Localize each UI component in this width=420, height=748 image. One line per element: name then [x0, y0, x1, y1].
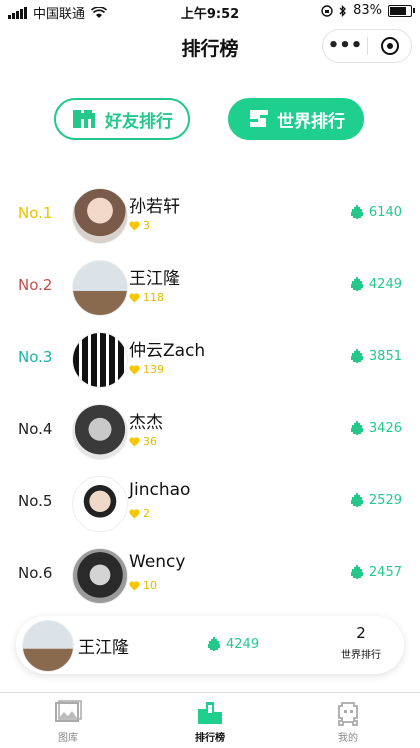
avatar[interactable] — [72, 476, 128, 532]
avatar[interactable] — [72, 404, 128, 460]
ranking-row[interactable]: No.3 仲云Zach 139 3851 — [0, 322, 420, 394]
world-pixel-icon — [250, 110, 268, 127]
my-name: 王江隆 — [78, 638, 129, 658]
ranking-row[interactable]: No.5 Jinchao 2 2529 — [0, 466, 420, 538]
my-rank-number: 2 — [356, 624, 366, 642]
score-value: 4249 — [368, 276, 402, 292]
leaf-drop-icon — [350, 421, 363, 435]
leaf-drop-icon — [350, 205, 363, 219]
podium-icon — [198, 702, 222, 724]
heart-icon — [129, 364, 140, 374]
energy-score: 6140 — [349, 204, 402, 220]
status-bar: 中国联通 上午9:52 83% — [0, 0, 420, 22]
my-energy-score: 4249 — [206, 636, 259, 652]
leaf-drop-icon — [208, 637, 220, 651]
profile-icon — [338, 702, 358, 726]
bottom-tab-bar: 图库 排行榜 我的 — [0, 692, 420, 748]
heart-icon — [129, 292, 140, 302]
my-rank-box: 2 世界排行 — [332, 624, 390, 661]
rank-number: No.6 — [18, 564, 53, 582]
likes-value: 36 — [143, 435, 157, 448]
ranking-tabs: 好友排行 世界排行 — [0, 98, 420, 144]
score-value: 3426 — [368, 420, 402, 436]
status-right: 83% — [321, 3, 415, 18]
tab-me-label: 我的 — [338, 733, 358, 744]
likes-value: 2 — [143, 507, 150, 520]
lock-rotation-icon — [321, 4, 333, 17]
my-avatar[interactable] — [22, 620, 74, 672]
likes-count: 10 — [129, 579, 157, 592]
likes-count: 2 — [129, 507, 150, 520]
friends-pixel-icon — [73, 110, 95, 128]
user-name: 仲云Zach — [129, 341, 206, 361]
gallery-icon — [55, 700, 82, 722]
tab-gallery[interactable]: 图库 — [33, 699, 103, 744]
score-value: 3851 — [368, 348, 402, 364]
ranking-row[interactable]: No.6 Wency 10 2457 — [0, 538, 420, 610]
likes-value: 139 — [143, 363, 164, 376]
rank-number: No.2 — [18, 276, 53, 294]
avatar[interactable] — [72, 332, 128, 388]
heart-icon — [129, 508, 140, 518]
rank-number: No.4 — [18, 420, 53, 438]
likes-count: 118 — [129, 291, 164, 304]
rank-number: No.5 — [18, 492, 53, 510]
likes-count: 36 — [129, 435, 157, 448]
user-name: 王江隆 — [129, 269, 180, 289]
user-name: 孙若轩 — [129, 197, 180, 217]
tab-gallery-label: 图库 — [58, 733, 78, 744]
energy-score: 3851 — [349, 348, 402, 364]
my-rank-label: 世界排行 — [341, 650, 381, 661]
score-value: 6140 — [368, 204, 402, 220]
my-score-value: 4249 — [226, 636, 260, 652]
energy-score: 2457 — [349, 564, 402, 580]
avatar[interactable] — [72, 548, 128, 604]
my-rank-card[interactable]: 王江隆 4249 2 世界排行 — [16, 616, 404, 674]
score-value: 2529 — [368, 492, 402, 508]
leaf-drop-icon — [350, 277, 363, 291]
user-name: Wency — [129, 552, 186, 572]
likes-count: 3 — [129, 219, 150, 232]
likes-value: 3 — [143, 219, 150, 232]
leaf-drop-icon — [350, 349, 363, 363]
ranking-row[interactable]: No.4 杰杰 36 3426 — [0, 394, 420, 466]
mini-program-capsule: ••• — [322, 29, 412, 63]
heart-icon — [129, 436, 140, 446]
score-value: 2457 — [368, 564, 402, 580]
tab-me[interactable]: 我的 — [313, 699, 383, 744]
leaf-drop-icon — [350, 493, 363, 507]
battery-percent: 83% — [353, 3, 382, 18]
tab-ranking[interactable]: 排行榜 — [175, 699, 245, 744]
user-name: 杰杰 — [129, 413, 163, 433]
leaf-drop-icon — [350, 565, 363, 579]
bluetooth-icon — [339, 4, 347, 17]
target-icon — [380, 37, 399, 55]
more-button[interactable]: ••• — [323, 32, 367, 60]
energy-score: 4249 — [349, 276, 402, 292]
likes-value: 10 — [143, 579, 157, 592]
tab-friend-label: 好友排行 — [105, 111, 173, 132]
user-name: Jinchao — [129, 480, 191, 500]
ranking-row[interactable]: No.1 孙若轩 3 6140 — [0, 178, 420, 250]
nav-bar: 排行榜 ••• — [0, 22, 420, 70]
likes-count: 139 — [129, 363, 164, 376]
avatar[interactable] — [72, 260, 128, 316]
tab-world-ranking[interactable]: 世界排行 — [228, 98, 364, 140]
heart-icon — [129, 220, 140, 230]
tab-world-label: 世界排行 — [277, 111, 345, 132]
close-button[interactable] — [368, 37, 411, 55]
tab-friend-ranking[interactable]: 好友排行 — [54, 98, 190, 140]
tab-ranking-label: 排行榜 — [195, 733, 225, 744]
likes-value: 118 — [143, 291, 164, 304]
ranking-list: No.1 孙若轩 3 6140 No.2 王江隆 118 4249 No.3 仲… — [0, 178, 420, 610]
battery-icon — [388, 4, 415, 17]
ranking-row[interactable]: No.2 王江隆 118 4249 — [0, 250, 420, 322]
heart-icon — [129, 580, 140, 590]
rank-number: No.3 — [18, 348, 53, 366]
avatar[interactable] — [72, 188, 128, 244]
energy-score: 2529 — [349, 492, 402, 508]
rank-number: No.1 — [18, 204, 53, 222]
energy-score: 3426 — [349, 420, 402, 436]
